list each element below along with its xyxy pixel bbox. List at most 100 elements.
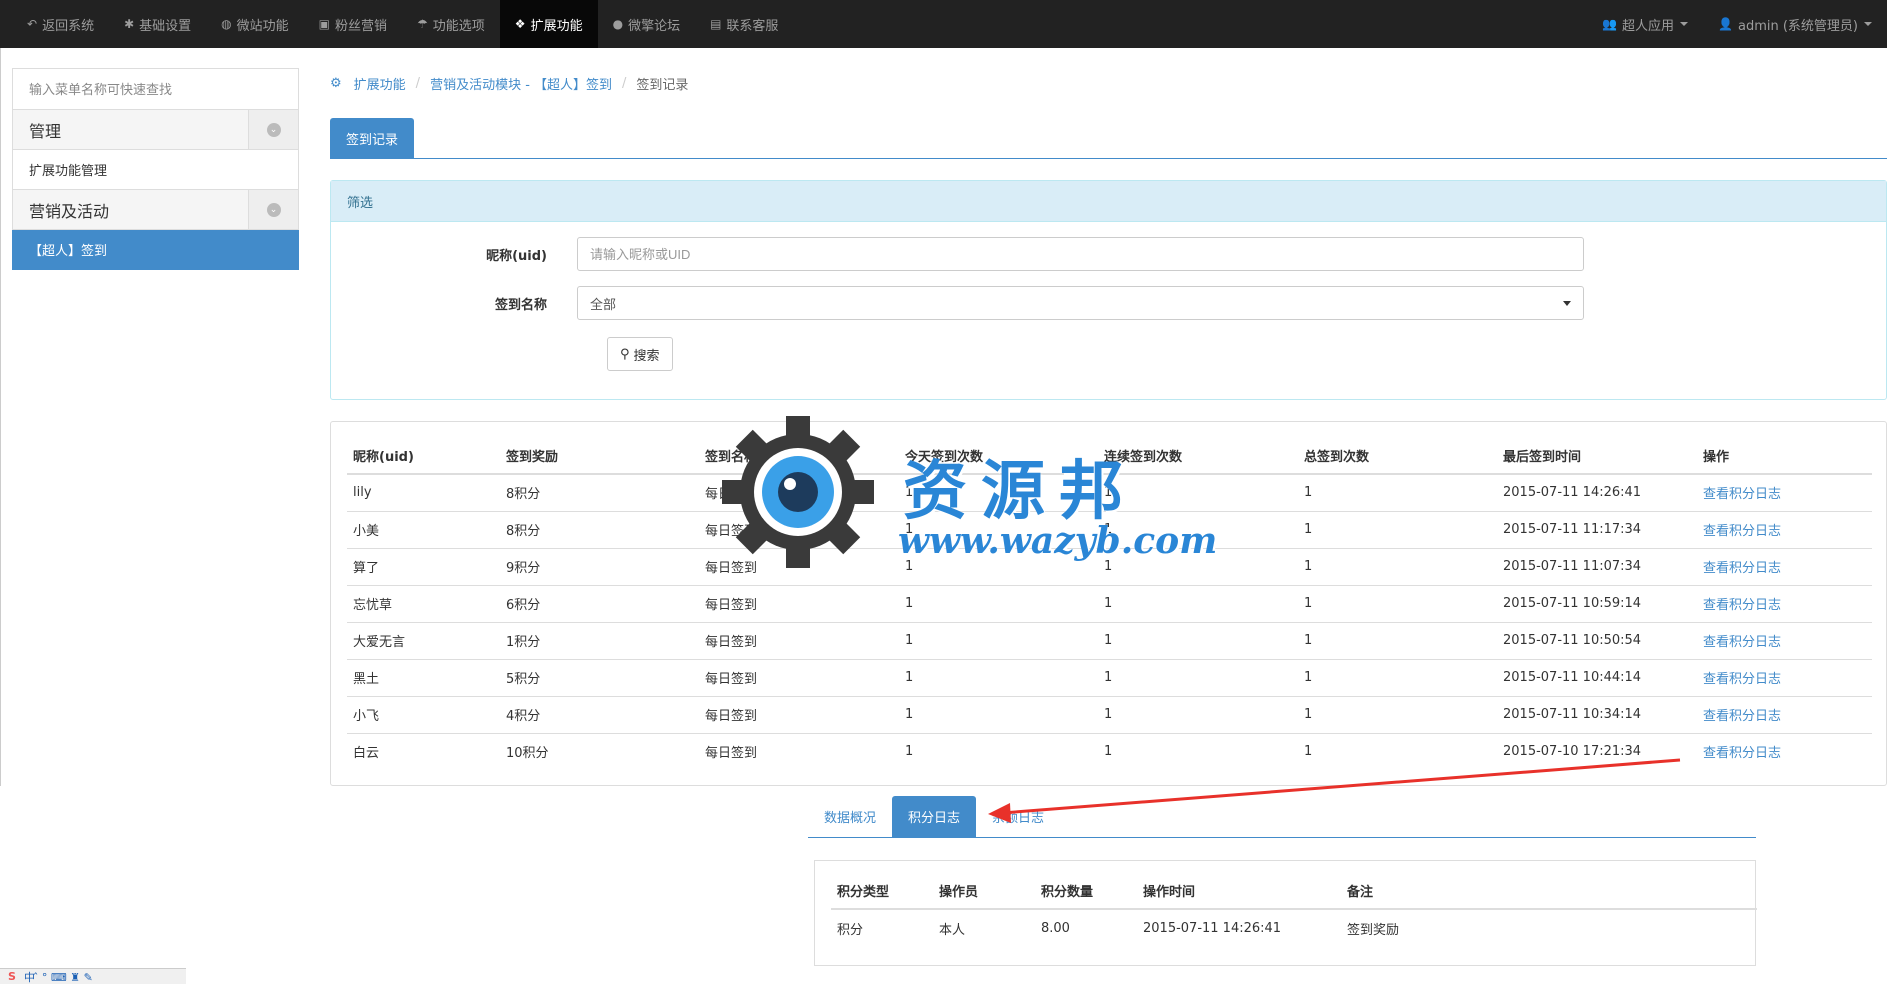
table-row: 白云 10积分 每日签到 1 1 1 2015-07-10 17:21:34 查看积分日志 (347, 732, 1872, 770)
nav-item-8[interactable]: ▤ 联系客服 (695, 0, 793, 48)
table-cell: 1 (1298, 547, 1497, 585)
menu-search-input[interactable] (12, 68, 299, 110)
gift-icon: ▣ (318, 17, 330, 31)
nav-item-3[interactable]: ◍ 微站功能 (206, 0, 304, 48)
reply-icon: ↶ (27, 17, 38, 31)
table-cell: 10积分 (500, 732, 699, 770)
view-credit-log-link[interactable]: 查看积分日志 (1703, 524, 1781, 539)
chevron-down-circle-icon: ⌄ (266, 122, 281, 137)
table-cell: 4积分 (500, 695, 699, 733)
group-toggle[interactable]: ⌄ (248, 110, 298, 149)
credit-tab-1[interactable]: 数据概况 (808, 796, 892, 837)
table-cell: 2015-07-11 14:26:41 (1497, 473, 1697, 511)
nav-item-label: 联系客服 (726, 18, 779, 34)
table-body: 积分 本人 8.00 2015-07-11 14:26:41 签到奖励 (831, 909, 1757, 946)
nav-item-label: 基础设置 (139, 18, 192, 34)
tab-underline (330, 158, 1887, 159)
table-cell: 2015-07-11 10:34:14 (1497, 695, 1697, 733)
credit-tab-3[interactable]: 余额日志 (976, 796, 1060, 837)
filter-heading: 筛选 (331, 181, 1886, 222)
table-cell: 1 (899, 658, 1098, 696)
ime-toolbar[interactable]: S 中 ̂ ° ⌨ ♜ ✎ (0, 968, 186, 984)
nav-item-label: 扩展功能 (530, 18, 583, 34)
sidebar-group-manage[interactable]: 管理 ⌄ (12, 110, 299, 150)
column-header: 操作 (1697, 434, 1872, 475)
table-cell: 5积分 (500, 658, 699, 696)
credit-tab-2[interactable]: 积分日志 (892, 796, 977, 837)
group-toggle[interactable]: ⌄ (248, 190, 298, 229)
nav-item-5[interactable]: ☂ 功能选项 (402, 0, 500, 48)
user-menu[interactable]: 👤 admin (系统管理员) (1703, 0, 1887, 48)
checkin-name-select[interactable]: 全部 (577, 286, 1584, 320)
briefcase-icon: ▤ (710, 17, 722, 31)
table-cell: 1 (1098, 584, 1298, 622)
column-header: 签到奖励 (500, 434, 699, 475)
top-navbar: ↶ 返回系统 ✱ 基础设置 ◍ 微站功能 ▣ 粉丝营销 ☂ 功能选项 ❖ 扩展功能 ● 微擎论坛 ▤ 联系客服… (0, 0, 1887, 48)
nav-item-2[interactable]: ✱ 基础设置 (109, 0, 206, 48)
table-cell: 算了 (347, 547, 500, 585)
table-cell: 查看积分日志 (1697, 547, 1872, 585)
breadcrumb-link[interactable]: 扩展功能 (354, 74, 406, 93)
nav-item-6[interactable]: ❖ 扩展功能 (499, 0, 598, 48)
table-cell: 每日签到 (699, 732, 899, 770)
nav-item-4[interactable]: ▣ 粉丝营销 (304, 0, 402, 48)
view-credit-log-link[interactable]: 查看积分日志 (1703, 635, 1781, 650)
nickname-input[interactable] (577, 237, 1584, 271)
view-credit-log-link[interactable]: 查看积分日志 (1703, 487, 1781, 502)
table-cell: 查看积分日志 (1697, 732, 1872, 770)
nav-item-1[interactable]: ↶ 返回系统 (12, 0, 109, 48)
view-credit-log-link[interactable]: 查看积分日志 (1703, 561, 1781, 576)
view-credit-log-link[interactable]: 查看积分日志 (1703, 672, 1781, 687)
table-cell: 查看积分日志 (1697, 621, 1872, 659)
table-cell: 2015-07-11 14:26:41 (1143, 920, 1282, 936)
breadcrumb-link[interactable]: 营销及活动模块 - 【超人】签到 (430, 74, 612, 93)
table-cell: 2015-07-11 11:17:34 (1497, 510, 1697, 548)
credit-log-box: 积分类型 操作员 积分数量 操作时间 备注 积分 本人 8.00 2015-07-11 14:… (814, 860, 1757, 966)
chevron-down-circle-icon: ⌄ (266, 202, 281, 217)
table-cell: 2015-07-10 17:21:34 (1497, 732, 1697, 770)
search-button-label: 搜索 (633, 348, 660, 364)
table-cell: 1 (899, 621, 1098, 659)
view-credit-log-link[interactable]: 查看积分日志 (1703, 746, 1781, 761)
tab-checkin-records[interactable]: 签到记录 (330, 118, 415, 159)
nav-item-label: 返回系统 (42, 18, 95, 34)
table-row: 小美 8积分 每日签到 1 1 1 2015-07-11 11:17:34 查看积分日志 (347, 510, 1872, 548)
view-credit-log-link[interactable]: 查看积分日志 (1703, 709, 1781, 724)
table-cell: 每日签到 (699, 510, 899, 548)
search-icon: ⚲ (620, 346, 630, 362)
table-cell: 1 (899, 695, 1098, 733)
table-cell: 1 (1298, 621, 1497, 659)
credit-log-tabs: 数据概况 积分日志 余额日志 (808, 796, 1756, 838)
user-icon: 👤 (1718, 17, 1733, 31)
sidebar-item-superman-checkin[interactable]: 【超人】签到 (12, 230, 299, 270)
table-row: 积分 本人 8.00 2015-07-11 14:26:41 签到奖励 (831, 909, 1757, 946)
table-cell: 查看积分日志 (1697, 584, 1872, 622)
nav-right: 👥 超人应用 👤 admin (系统管理员) (1587, 0, 1887, 48)
sogou-logo-icon: S (8, 970, 16, 983)
view-credit-log-link[interactable]: 查看积分日志 (1703, 598, 1781, 613)
breadcrumb-separator: / (415, 76, 421, 91)
breadcrumb-separator: / (622, 76, 627, 91)
sidebar-item-extension-manage[interactable]: 扩展功能管理 (12, 150, 299, 190)
nav-item-label: 功能选项 (432, 18, 485, 34)
table-row: 黑土 5积分 每日签到 1 1 1 2015-07-11 10:44:14 查看积分日志 (347, 658, 1872, 696)
sidebar: 管理 ⌄ 扩展功能管理 营销及活动 ⌄ 【超人】签到 (12, 68, 299, 270)
column-header: 签到名称 (699, 434, 899, 475)
super-app-dropdown[interactable]: 👥 超人应用 (1587, 0, 1703, 48)
user-label: admin (系统管理员) (1737, 18, 1858, 34)
column-header: 积分类型 (831, 873, 933, 910)
table-cell: 8积分 (500, 473, 699, 511)
search-button[interactable]: ⚲ 搜索 (607, 337, 673, 371)
super-app-label: 超人应用 (1622, 18, 1675, 34)
table-cell: 1 (1098, 658, 1298, 696)
table-cell: 1 (899, 510, 1098, 548)
nickname-label: 昵称(uid) (486, 248, 547, 264)
table-cell: 1 (899, 547, 1098, 585)
sidebar-group-title: 管理 (29, 121, 62, 141)
nav-item-7[interactable]: ● 微擎论坛 (598, 0, 696, 48)
column-header: 操作时间 (1137, 873, 1341, 910)
table-cell: 黑土 (347, 658, 500, 696)
column-header: 昵称(uid) (347, 434, 500, 475)
table-cell: 1积分 (500, 621, 699, 659)
sidebar-group-marketing[interactable]: 营销及活动 ⌄ (12, 190, 299, 230)
